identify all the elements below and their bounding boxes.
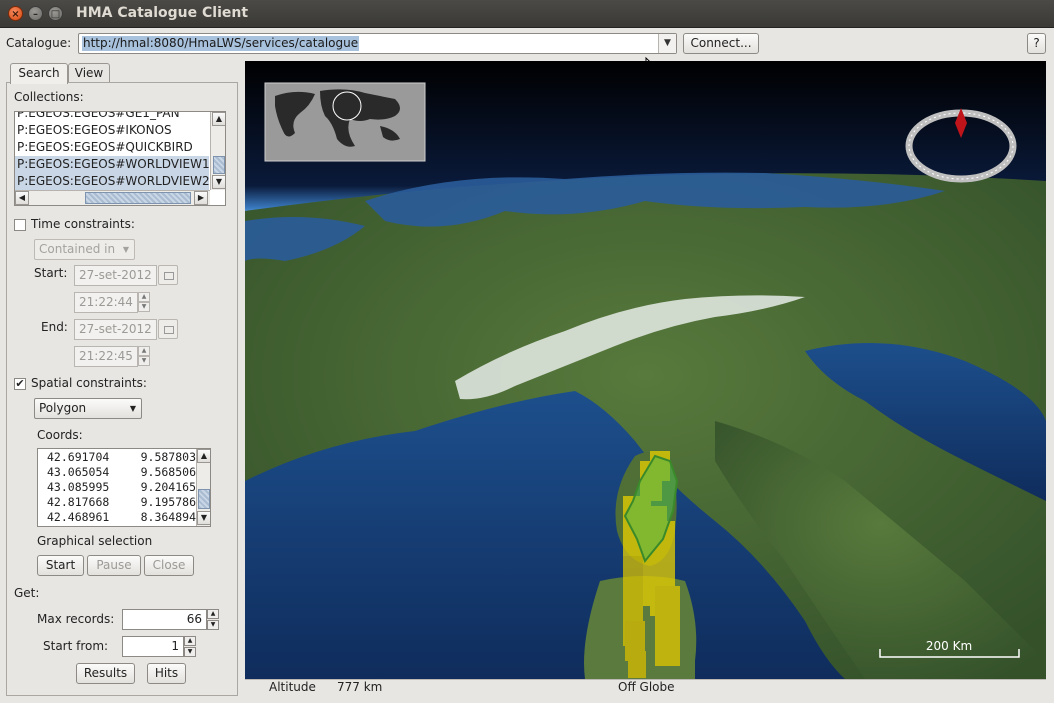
- globe-view[interactable]: 200 Km: [245, 61, 1046, 679]
- close-selection-button[interactable]: Close: [144, 555, 194, 576]
- list-item[interactable]: P:EGEOS:EGEOS#GE1_PAN: [17, 112, 180, 122]
- lon-cell: 8.364894: [140, 510, 196, 524]
- end-label: End:: [41, 320, 68, 334]
- graphical-selection-label: Graphical selection: [37, 534, 153, 548]
- spatial-constraints-checkbox[interactable]: ✔: [14, 378, 26, 390]
- scroll-up-icon[interactable]: ▲: [212, 112, 225, 126]
- altitude-value: 777 km: [337, 680, 383, 694]
- calendar-icon[interactable]: [158, 265, 178, 285]
- scroll-right-icon[interactable]: ▶: [194, 191, 208, 205]
- catalogue-url-value[interactable]: http://hmal:8080/HmaLWS/services/catalog…: [82, 36, 360, 51]
- tab-view[interactable]: View: [68, 63, 110, 83]
- start-time-field[interactable]: 21:22:44: [74, 292, 138, 313]
- scroll-down-icon[interactable]: ▼: [212, 175, 225, 189]
- scale-label: 200 Km: [926, 639, 972, 653]
- help-button[interactable]: ?: [1027, 33, 1046, 54]
- collections-label: Collections:: [14, 90, 84, 104]
- lat-cell: 43.085995: [47, 480, 110, 494]
- scroll-down-icon[interactable]: ▼: [197, 511, 210, 525]
- lat-cell: 42.468961: [47, 510, 110, 524]
- spin-down-icon[interactable]: ▼: [207, 620, 219, 630]
- spin-up-icon[interactable]: ▲: [138, 292, 150, 302]
- spin-up-icon[interactable]: ▲: [207, 609, 219, 619]
- results-button[interactable]: Results: [76, 663, 135, 684]
- connect-button[interactable]: Connect...: [683, 33, 759, 54]
- maximize-window-button[interactable]: □: [48, 6, 63, 21]
- calendar-icon[interactable]: [158, 319, 178, 339]
- list-item[interactable]: P:EGEOS:EGEOS#QUICKBIRD: [17, 139, 193, 156]
- status-bar: Altitude 777 km Off Globe: [245, 679, 1046, 696]
- chevron-down-icon: ▼: [129, 404, 136, 413]
- close-window-button[interactable]: ×: [8, 6, 23, 21]
- table-row: 42.468961 8.364894: [38, 510, 198, 525]
- coords-label: Coords:: [37, 428, 83, 442]
- shape-value: Polygon: [39, 401, 87, 415]
- chevron-down-icon[interactable]: ▼: [658, 34, 676, 53]
- catalogue-label: Catalogue:: [6, 36, 72, 50]
- time-constraints-checkbox[interactable]: [14, 219, 26, 231]
- window-title: HMA Catalogue Client: [76, 5, 249, 21]
- list-item[interactable]: P:EGEOS:EGEOS#WORLDVIEW2: [15, 173, 210, 190]
- pause-selection-button[interactable]: Pause: [87, 555, 141, 576]
- end-date-field[interactable]: 27-set-2012: [74, 319, 157, 340]
- hits-button[interactable]: Hits: [147, 663, 186, 684]
- spin-down-icon[interactable]: ▼: [138, 356, 150, 366]
- time-mode-select[interactable]: Contained in ▼: [34, 239, 135, 260]
- lon-cell: 9.195786: [140, 495, 196, 509]
- lon-cell: 9.587803: [140, 450, 196, 464]
- title-bar: × – □ HMA Catalogue Client: [0, 0, 1054, 28]
- spin-up-icon[interactable]: ▲: [138, 346, 150, 356]
- world-overview-map[interactable]: [264, 82, 426, 162]
- scroll-thumb[interactable]: [213, 156, 225, 174]
- tab-search[interactable]: Search: [10, 63, 68, 84]
- lat-cell: 42.691704: [47, 450, 110, 464]
- table-row: 42.691704 9.587803: [38, 450, 198, 465]
- end-time-field[interactable]: 21:22:45: [74, 346, 138, 367]
- catalogue-url-combo[interactable]: http://hmal:8080/HmaLWS/services/catalog…: [78, 33, 677, 54]
- lat-cell: 43.065054: [47, 465, 110, 479]
- scroll-thumb[interactable]: [198, 489, 210, 509]
- spin-down-icon[interactable]: ▼: [138, 302, 150, 312]
- table-row: 43.065054 9.568506: [38, 465, 198, 480]
- start-date-field[interactable]: 27-set-2012: [74, 265, 157, 286]
- get-label: Get:: [14, 586, 40, 600]
- lon-cell: 9.568506: [140, 465, 196, 479]
- scroll-left-icon[interactable]: ◀: [15, 191, 29, 205]
- max-records-label: Max records:: [37, 612, 115, 626]
- start-label: Start:: [34, 266, 68, 280]
- lon-cell: 9.204165: [140, 480, 196, 494]
- collections-hscrollbar[interactable]: ◀ ▶: [15, 190, 210, 205]
- altitude-label: Altitude: [269, 680, 316, 694]
- start-from-field[interactable]: 1: [122, 636, 184, 657]
- scroll-thumb[interactable]: [85, 192, 191, 204]
- coords-vscrollbar[interactable]: ▲ ▼: [196, 449, 210, 526]
- spin-down-icon[interactable]: ▼: [184, 647, 196, 657]
- position-readout: Off Globe: [618, 680, 675, 694]
- spatial-constraints-label: Spatial constraints:: [31, 376, 147, 390]
- minimize-window-button[interactable]: –: [28, 6, 43, 21]
- table-row: 43.085995 9.204165: [38, 480, 198, 495]
- spin-up-icon[interactable]: ▲: [184, 636, 196, 646]
- globe-canvas[interactable]: 200 Km: [245, 61, 1046, 679]
- start-selection-button[interactable]: Start: [37, 555, 84, 576]
- time-constraints-label: Time constraints:: [31, 217, 135, 231]
- scroll-up-icon[interactable]: ▲: [197, 449, 210, 463]
- list-item[interactable]: P:EGEOS:EGEOS#IKONOS: [17, 122, 172, 139]
- chevron-down-icon: ▼: [122, 245, 129, 254]
- coords-table[interactable]: 42.691704 9.587803 43.065054 9.568506 43.0…: [37, 448, 211, 527]
- shape-select[interactable]: Polygon ▼: [34, 398, 142, 419]
- max-records-field[interactable]: 66: [122, 609, 207, 630]
- start-from-label: Start from:: [43, 639, 109, 653]
- time-mode-value: Contained in: [39, 242, 116, 256]
- collections-vscrollbar[interactable]: ▲ ▼: [210, 112, 225, 190]
- list-item[interactable]: P:EGEOS:EGEOS#WORLDVIEW1: [15, 156, 210, 173]
- lat-cell: 42.817668: [47, 495, 110, 509]
- collections-list[interactable]: P:EGEOS:EGEOS#GE1_PAN P:EGEOS:EGEOS#IKON…: [14, 111, 226, 206]
- table-row: 42.817668 9.195786: [38, 495, 198, 510]
